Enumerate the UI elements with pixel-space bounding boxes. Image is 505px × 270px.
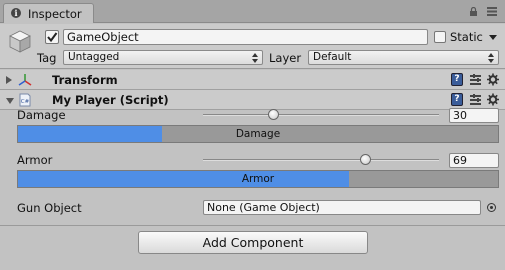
component-transform[interactable]: Transform ? (0, 70, 505, 90)
add-component-button[interactable]: Add Component (138, 231, 368, 254)
armor-label: Armor (17, 153, 53, 167)
tab-label: Inspector (28, 7, 82, 21)
layer-label: Layer (269, 51, 302, 65)
component-title: Transform (52, 73, 118, 87)
tag-dropdown[interactable]: Untagged (63, 50, 263, 65)
gameobject-cube-icon (9, 30, 31, 53)
layer-dropdown[interactable]: Default (308, 50, 499, 65)
damage-progress-label: Damage (235, 128, 281, 140)
tag-label: Tag (37, 51, 57, 65)
armor-slider-track[interactable] (203, 159, 439, 161)
gear-icon[interactable] (487, 73, 499, 86)
static-dropdown-arrow-icon[interactable] (489, 35, 497, 40)
damage-slider-track[interactable] (203, 114, 439, 116)
armor-slider-thumb[interactable] (359, 154, 371, 165)
layer-dropdown-value: Default (313, 51, 352, 63)
help-book-icon[interactable]: ? (451, 93, 463, 106)
dropdown-arrows-icon (252, 53, 258, 63)
presets-icon[interactable] (470, 74, 481, 85)
tag-dropdown-value: Untagged (68, 51, 120, 63)
foldout-expanded-icon[interactable] (6, 98, 14, 104)
checkmark-icon (47, 32, 58, 43)
dropdown-arrows-icon (488, 53, 494, 63)
active-checkbox[interactable] (45, 30, 59, 44)
info-icon: i (11, 8, 21, 18)
tab-bar: i Inspector (0, 0, 505, 23)
lock-icon[interactable] (469, 7, 478, 16)
script-properties: Damage 30 Damage Armor 69 Armor Gun Obje… (0, 108, 505, 270)
foldout-collapsed-icon[interactable] (6, 76, 12, 84)
tab-menu-icon[interactable] (487, 7, 497, 16)
tab-inspector[interactable]: i Inspector (3, 3, 94, 23)
svg-text:C#: C# (21, 99, 30, 105)
component-title: My Player (Script) (52, 93, 169, 107)
gun-object-field[interactable]: None (Game Object) (203, 200, 481, 215)
script-icon: C# (19, 93, 31, 107)
gameobject-header: GameObject Static Tag Untagged Layer Def… (0, 24, 505, 69)
presets-icon[interactable] (470, 94, 481, 105)
damage-value-field[interactable]: 30 (449, 108, 499, 123)
divider (0, 225, 505, 226)
gameobject-name-field[interactable]: GameObject (63, 29, 428, 45)
help-book-icon[interactable]: ? (451, 73, 463, 86)
static-checkbox[interactable] (434, 31, 446, 43)
gun-object-label: Gun Object (17, 201, 82, 215)
component-my-player-script[interactable]: C# My Player (Script) ? (0, 90, 505, 110)
transform-axes-icon (18, 74, 32, 86)
damage-slider-thumb[interactable] (267, 109, 279, 120)
damage-label: Damage (17, 108, 66, 122)
armor-value-field[interactable]: 69 (449, 153, 499, 168)
static-label: Static (450, 30, 483, 44)
damage-progress-bar: Damage (17, 125, 499, 143)
object-picker-icon[interactable] (487, 203, 496, 212)
armor-progress-label: Armor (241, 173, 275, 185)
armor-progress-bar: Armor (17, 170, 499, 188)
gear-icon[interactable] (487, 93, 499, 106)
